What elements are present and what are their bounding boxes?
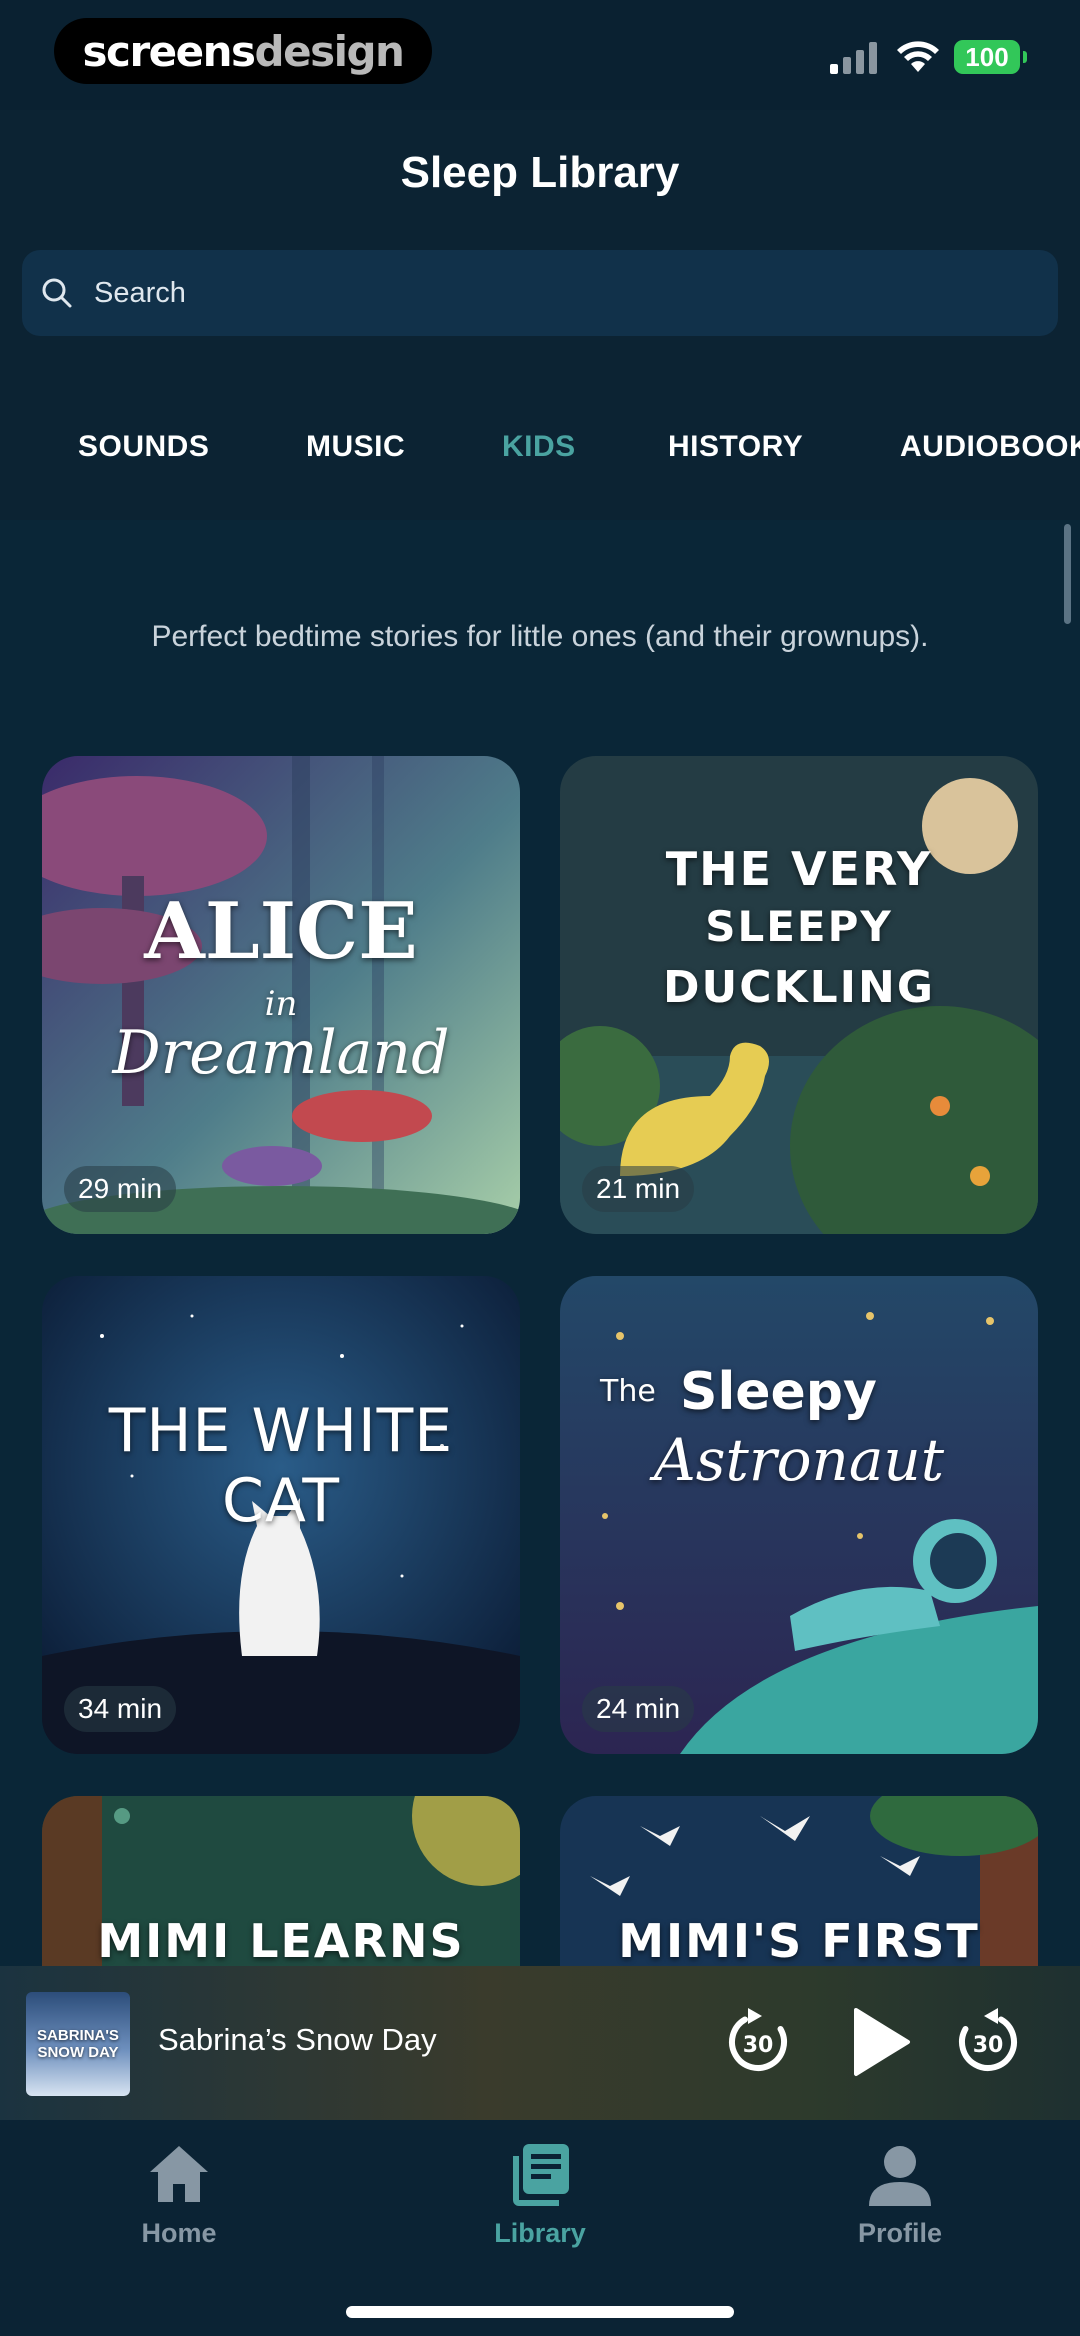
- card-title-line3: Astronaut: [653, 1426, 945, 1494]
- skip-back-seconds: 30: [743, 2033, 774, 2058]
- card-title-line3: Dreamland: [112, 1018, 450, 1088]
- wifi-icon: [897, 41, 939, 72]
- nav-library[interactable]: Library: [440, 2140, 640, 2260]
- story-card-mimi-learns[interactable]: MIMI LEARNS: [42, 1796, 520, 1966]
- tab-sounds[interactable]: SOUNDS: [78, 430, 209, 464]
- story-card-duckling[interactable]: THE VERY SLEEPY DUCKLING 21 min: [560, 756, 1038, 1234]
- skip-forward-30-icon[interactable]: 30: [948, 2002, 1028, 2082]
- astronaut-cover-art: [560, 1276, 1038, 1754]
- duration-badge: 29 min: [64, 1166, 177, 1212]
- skip-back-30-icon[interactable]: 30: [718, 2002, 798, 2082]
- nav-profile-label: Profile: [857, 2218, 943, 2248]
- battery-indicator: 100: [954, 40, 1027, 74]
- card-title: The: [600, 1374, 656, 1409]
- search-input[interactable]: [94, 276, 994, 310]
- tab-audiobooks[interactable]: AUDIOBOOKS: [900, 430, 1080, 464]
- story-card-white-cat[interactable]: THE WHITE CAT 34 min: [42, 1276, 520, 1754]
- cellular-signal-icon: [830, 42, 877, 74]
- section-description: Perfect bedtime stories for little ones …: [151, 620, 929, 653]
- header: Sleep Library SOUNDS MUSIC KIDS HISTORY …: [0, 110, 1080, 520]
- now-playing-title: Sabrina’s Snow Day: [158, 2022, 437, 2057]
- card-title-line3: DUCKLING: [663, 962, 935, 1013]
- nav-home-label: Home: [141, 2218, 217, 2248]
- search-icon: [42, 278, 72, 308]
- nav-profile[interactable]: Profile: [800, 2140, 1000, 2260]
- watermark-bold-text: screens: [82, 26, 256, 76]
- bottom-navigation: Home Library Profile: [0, 2120, 1080, 2336]
- duration-badge: 34 min: [64, 1686, 177, 1732]
- nav-home[interactable]: Home: [79, 2140, 279, 2260]
- battery-level: 100: [965, 41, 1009, 72]
- card-title: ALICE: [144, 886, 418, 977]
- card-title: THE WHITE CAT: [108, 1396, 454, 1536]
- card-title: MIMI'S FIRST: [618, 1914, 980, 1966]
- page-title: Sleep Library: [400, 148, 680, 197]
- skip-forward-seconds: 30: [973, 2033, 1004, 2058]
- category-tabs: SOUNDS MUSIC KIDS HISTORY AUDIOBOOKS: [0, 410, 1080, 490]
- duration-badge: 21 min: [582, 1166, 695, 1212]
- library-content: Perfect bedtime stories for little ones …: [0, 520, 1080, 1966]
- nav-library-label: Library: [494, 2218, 586, 2248]
- mini-player[interactable]: SABRINA'S SNOW DAY Sabrina’s Snow Day 30…: [0, 1966, 1080, 2120]
- home-indicator[interactable]: [346, 2306, 734, 2318]
- card-title-line2: Sleepy: [680, 1362, 877, 1422]
- duration-badge: 24 min: [582, 1686, 695, 1732]
- card-title: MIMI LEARNS: [97, 1914, 465, 1966]
- story-card-mimis-first[interactable]: MIMI'S FIRST: [560, 1796, 1038, 1966]
- library-icon: [513, 2144, 569, 2206]
- card-title: THE VERY: [665, 842, 933, 896]
- scrollbar[interactable]: [1064, 524, 1071, 624]
- watermark-logo: screens design: [54, 18, 432, 84]
- play-icon[interactable]: [838, 2002, 918, 2082]
- story-card-alice[interactable]: ALICE in Dreamland 29 min: [42, 756, 520, 1234]
- home-icon: [150, 2146, 208, 2202]
- tab-history[interactable]: HISTORY: [668, 430, 803, 464]
- story-card-astronaut[interactable]: The Sleepy Astronaut 24 min: [560, 1276, 1038, 1754]
- tab-music[interactable]: MUSIC: [306, 430, 405, 464]
- status-bar: screens design 100: [0, 0, 1080, 110]
- tab-kids[interactable]: KIDS: [502, 430, 576, 464]
- profile-icon: [869, 2146, 931, 2206]
- card-title-line2: SLEEPY: [705, 902, 893, 951]
- watermark-light-text: design: [254, 26, 405, 76]
- now-playing-artwork: SABRINA'S SNOW DAY: [26, 1992, 130, 2096]
- search-bar[interactable]: [22, 250, 1058, 336]
